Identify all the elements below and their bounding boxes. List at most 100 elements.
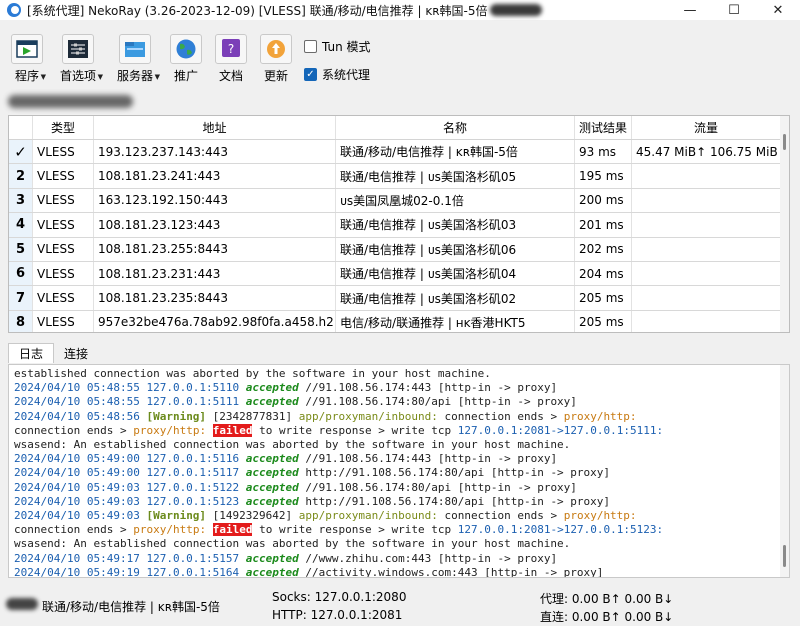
- system-proxy-checkbox[interactable]: ✓ 系统代理: [304, 66, 371, 82]
- log-scrollbar-thumb[interactable]: [783, 545, 786, 567]
- tun-mode-checkbox[interactable]: Tun 模式: [304, 38, 371, 54]
- update-label: 更新: [263, 69, 288, 83]
- log-segment: //91.108.56.174:443 [http-in -> proxy]: [298, 452, 558, 466]
- log-line: wsasend: An established connection was a…: [14, 438, 769, 452]
- row-type: VLESS: [33, 261, 94, 286]
- program-menu-button[interactable]: 程序 ▼: [8, 34, 46, 84]
- log-segment: accepted: [245, 395, 299, 409]
- row-index: 4: [9, 213, 33, 237]
- tab-connections[interactable]: 连接: [54, 343, 98, 363]
- row-type: VLESS: [33, 310, 94, 332]
- system-proxy-box[interactable]: ✓: [304, 67, 317, 81]
- log-panel[interactable]: established connection was aborted by th…: [8, 364, 790, 578]
- column-header-traffic[interactable]: 流量: [632, 116, 781, 139]
- log-segment: http://91.108.56.174:80/api [http-in -> …: [298, 494, 611, 508]
- globe-icon: [170, 34, 202, 64]
- tun-mode-label: Tun 模式: [322, 39, 371, 54]
- log-segment: wsasend: An established connection was a…: [14, 438, 571, 452]
- table-row[interactable]: 5 VLESS 108.181.23.255:8443 联通/电信推荐 | ᴜs…: [9, 237, 789, 262]
- row-index: 8: [9, 310, 33, 332]
- log-segment: app/proxyman/inbound:: [298, 509, 438, 523]
- log-scrollbar[interactable]: [780, 365, 789, 577]
- log-segment: 2024/04/10 05:48:56: [14, 409, 147, 423]
- document-button[interactable]: ? 文档: [212, 34, 250, 84]
- status-socks-port: Socks: 127.0.0.1:2080: [272, 590, 407, 604]
- log-segment: 2024/04/10 05:49:03: [14, 509, 147, 523]
- column-header-index[interactable]: [9, 116, 33, 139]
- log-line: 2024/04/10 05:49:17 127.0.0.1:5157 accep…: [14, 552, 769, 566]
- tun-mode-box[interactable]: [304, 39, 317, 53]
- log-segment: //activity.windows.com:443 [http-in -> p…: [298, 565, 604, 578]
- row-index: 2: [9, 164, 33, 188]
- row-address: 108.181.23.235:8443: [94, 286, 336, 310]
- row-index: 3: [9, 188, 33, 213]
- close-button[interactable]: ✕: [756, 0, 800, 20]
- row-name: 联通/电信推荐 | ᴜs美国洛杉矶03: [336, 213, 575, 237]
- dropdown-arrow-icon: ▼: [40, 73, 46, 81]
- row-name: 联通/电信推荐 | ᴜs美国洛杉矶04: [336, 261, 575, 286]
- table-row[interactable]: 3 VLESS 163.123.192.150:443 ᴜs美国凤凰城02-0.…: [9, 188, 789, 214]
- row-traffic: [632, 188, 781, 213]
- log-segment: connection ends >: [437, 409, 564, 423]
- row-address: 957e32be476a.78ab92.98f0fa.a458.h2....: [94, 310, 336, 332]
- status-http-port: HTTP: 127.0.0.1:2081: [272, 608, 403, 622]
- row-traffic: [632, 310, 781, 332]
- log-line: connection ends > proxy/http: failed to …: [14, 423, 769, 438]
- log-line: connection ends > proxy/http: failed to …: [14, 523, 769, 537]
- checkmark-icon: ✓: [306, 68, 315, 80]
- system-proxy-label: 系统代理: [322, 67, 371, 82]
- row-latency: 205 ms: [575, 286, 632, 310]
- log-segment: 2024/04/10 05:49:03 127.0.0.1:5122: [14, 480, 246, 494]
- row-traffic: [632, 237, 781, 261]
- row-latency: 204 ms: [575, 261, 632, 286]
- preferences-icon: [62, 34, 94, 64]
- row-address: 108.181.23.231:443: [94, 261, 336, 286]
- table-row[interactable]: 4 VLESS 108.181.23.123:443 联通/电信推荐 | ᴜs美…: [9, 213, 789, 238]
- table-row[interactable]: 8 VLESS 957e32be476a.78ab92.98f0fa.a458.…: [9, 310, 789, 332]
- log-segment: to write response > write tcp: [252, 523, 458, 537]
- row-type: VLESS: [33, 164, 94, 188]
- log-segment: proxy/http:: [133, 523, 207, 537]
- update-icon: [260, 34, 292, 64]
- table-scrollbar[interactable]: [780, 116, 789, 332]
- log-line: 2024/04/10 05:49:03 [Warning] [149232964…: [14, 509, 769, 523]
- column-header-name[interactable]: 名称: [336, 116, 575, 139]
- bottom-tabs: 日志 连接: [8, 343, 98, 363]
- row-name: 电信/移动/联通推荐 | ʜᴋ香港HKT5: [336, 310, 575, 332]
- row-type: VLESS: [33, 140, 94, 164]
- promote-button[interactable]: 推广: [167, 34, 205, 84]
- log-segment: accepted: [245, 381, 299, 395]
- table-row[interactable]: 2 VLESS 108.181.23.241:443 联通/电信推荐 | ᴜs美…: [9, 164, 789, 189]
- minimize-button[interactable]: —: [668, 0, 712, 20]
- row-type: VLESS: [33, 188, 94, 213]
- maximize-button[interactable]: ☐: [712, 0, 756, 20]
- window-title: [系统代理] NekoRay (3.26-2023-12-09) [VLESS]…: [27, 3, 488, 18]
- server-menu-button[interactable]: 服务器 ▼: [110, 34, 160, 84]
- log-segment: proxy/http:: [563, 409, 637, 423]
- row-index: 7: [9, 286, 33, 310]
- table-row[interactable]: 6 VLESS 108.181.23.231:443 联通/电信推荐 | ᴜs美…: [9, 261, 789, 287]
- table-row[interactable]: 7 VLESS 108.181.23.235:8443 联通/电信推荐 | ᴜs…: [9, 286, 789, 311]
- tab-log[interactable]: 日志: [8, 343, 55, 363]
- preferences-menu-button[interactable]: 首选项 ▼: [53, 34, 103, 84]
- log-segment: 2024/04/10 05:48:55 127.0.0.1:5110: [14, 381, 246, 395]
- log-line: 2024/04/10 05:49:03 127.0.0.1:5122 accep…: [14, 481, 769, 495]
- log-segment: to write response > write tcp: [252, 423, 458, 437]
- column-header-test-result[interactable]: 测试结果: [575, 116, 632, 139]
- column-header-type[interactable]: 类型: [33, 116, 94, 139]
- table-row[interactable]: ✓ VLESS 193.123.237.143:443 联通/移动/电信推荐 |…: [9, 140, 789, 165]
- row-name: 联通/电信推荐 | ᴜs美国洛杉矶06: [336, 237, 575, 261]
- log-segment: wsasend: An established connection was a…: [14, 537, 571, 551]
- update-button[interactable]: 更新: [257, 34, 295, 84]
- column-header-address[interactable]: 地址: [94, 116, 336, 139]
- status-bar: 联通/移动/电信推荐 | ᴋʀ韩国-5倍 Socks: 127.0.0.1:20…: [0, 586, 800, 626]
- server-icon: [119, 34, 151, 64]
- log-segment: 2024/04/10 05:49:00 127.0.0.1:5116: [14, 452, 246, 466]
- row-traffic: [632, 286, 781, 310]
- log-segment: [Warning]: [146, 409, 207, 423]
- log-segment: [206, 424, 213, 437]
- log-segment: [1492329642]: [206, 509, 299, 523]
- table-scrollbar-thumb[interactable]: [783, 134, 786, 150]
- program-label: 程序: [14, 69, 39, 83]
- row-type: VLESS: [33, 286, 94, 310]
